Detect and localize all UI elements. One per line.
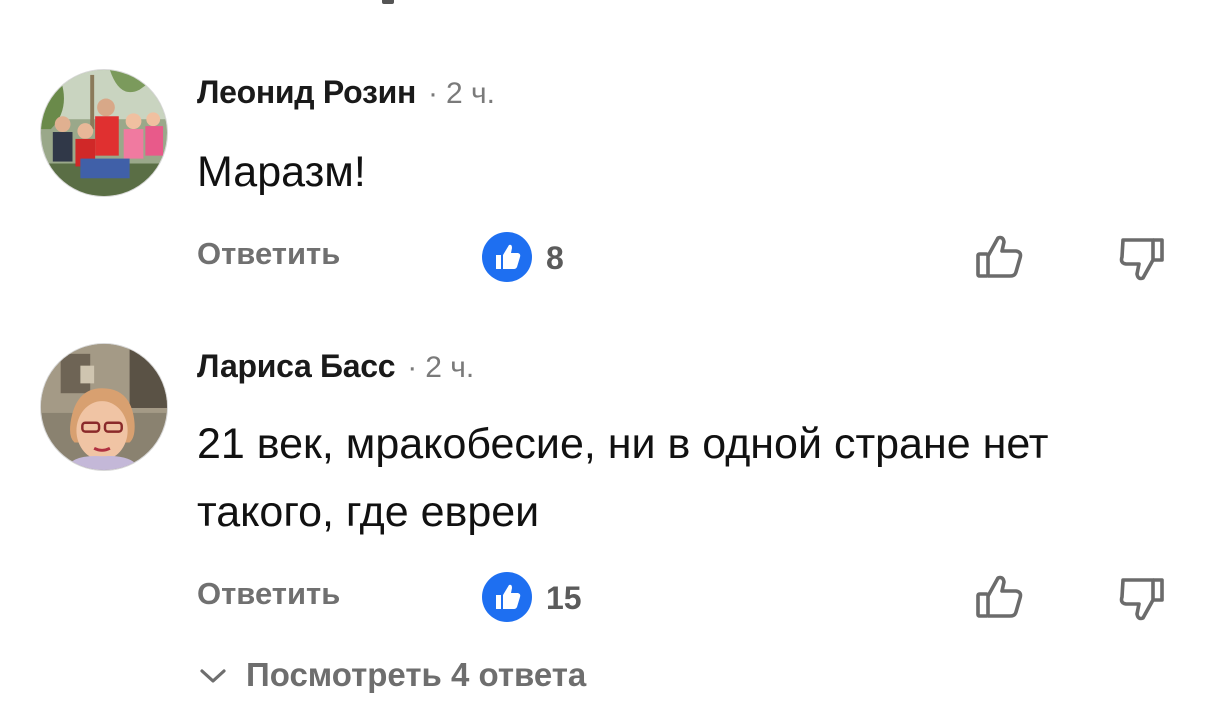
- thumbs-down-icon[interactable]: [1115, 230, 1169, 284]
- reply-button[interactable]: Ответить: [197, 576, 340, 612]
- comment-time: 2 ч.: [425, 351, 475, 384]
- like-count: 8: [546, 240, 564, 276]
- avatar[interactable]: [40, 343, 168, 471]
- avatar[interactable]: [40, 69, 168, 197]
- comment-text: 21 век, мракобесие, ни в одной стране не…: [197, 420, 1049, 536]
- author-name[interactable]: Лариса Басс: [197, 348, 396, 385]
- author-line: Лариса Басс · 2 ч.: [197, 348, 474, 385]
- user-photo-avatar: [41, 344, 167, 470]
- thumbs-up-icon[interactable]: [973, 570, 1027, 624]
- reply-button[interactable]: Ответить: [197, 236, 340, 272]
- chevron-down-icon: [198, 663, 228, 687]
- author-line: Леонид Розин · 2 ч.: [197, 74, 495, 111]
- scroll-fragment: [382, 0, 394, 4]
- meta-separator: ·: [407, 351, 418, 384]
- like-badge-icon: [482, 572, 532, 622]
- author-name[interactable]: Леонид Розин: [197, 74, 416, 111]
- like-badge-icon: [482, 232, 532, 282]
- view-replies-button[interactable]: Посмотреть 4 ответа: [198, 656, 586, 694]
- meta-separator: ·: [427, 77, 438, 110]
- view-replies-label: Посмотреть 4 ответа: [246, 656, 587, 693]
- user-photo-avatar: [41, 70, 167, 196]
- like-count: 15: [546, 580, 582, 616]
- thumbs-down-icon[interactable]: [1115, 570, 1169, 624]
- thumbs-up-icon[interactable]: [973, 230, 1027, 284]
- comment-text: Маразм!: [197, 148, 366, 196]
- comment-time: 2 ч.: [445, 77, 495, 110]
